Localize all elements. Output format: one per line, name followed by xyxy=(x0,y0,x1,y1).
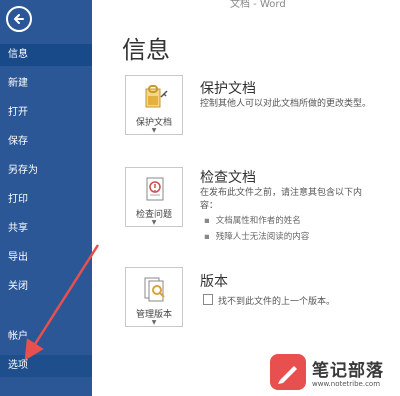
versions-description: 找不到此文件的上一个版本。 xyxy=(203,294,335,307)
inspect-title: 检查文档 xyxy=(200,170,256,186)
inspect-bullet: 文档属性和作者的姓名 xyxy=(204,215,301,228)
versions-description-text: 找不到此文件的上一个版本。 xyxy=(218,297,336,307)
page-title: 信息 xyxy=(122,36,170,64)
sidebar-item-account[interactable]: 帐户 xyxy=(0,326,92,348)
watermark-url: www.notetribe.com xyxy=(312,380,381,388)
protect-title: 保护文档 xyxy=(200,81,256,97)
sidebar-item-print[interactable]: 打印 xyxy=(0,189,92,211)
check-issues-button[interactable]: 检查问题 ▼ xyxy=(125,167,183,227)
pencil-logo-icon xyxy=(270,354,306,390)
sidebar-item-save-as[interactable]: 另存为 xyxy=(0,160,92,182)
back-arrow-icon[interactable] xyxy=(6,6,32,32)
inspect-bullet: 残障人士无法阅读的内容 xyxy=(204,231,310,244)
sidebar-item-new[interactable]: 新建 xyxy=(0,73,92,95)
sidebar-item-open[interactable]: 打开 xyxy=(0,102,92,124)
sidebar-item-close[interactable]: 关闭 xyxy=(0,276,92,298)
sidebar-item-options[interactable]: 选项 xyxy=(0,355,92,377)
chevron-down-icon: ▼ xyxy=(151,319,157,326)
protect-description: 控制其他人可以对此文档所做的更改类型。 xyxy=(200,99,372,109)
sidebar-item-save[interactable]: 保存 xyxy=(0,131,92,153)
chevron-down-icon: ▼ xyxy=(151,127,157,134)
protect-document-button[interactable]: 保护文档 ▼ xyxy=(125,75,183,135)
watermark-brand: 笔记部落 xyxy=(312,361,384,381)
window-title: 文档 - Word xyxy=(230,0,286,10)
document-icon xyxy=(203,294,213,305)
watermark: 笔记部落 www.notetribe.com xyxy=(270,354,398,394)
manage-versions-button[interactable]: 管理版本 ▼ xyxy=(125,267,183,327)
backstage-sidebar: 信息 新建 打开 保存 另存为 打印 共享 导出 关闭 帐户 选项 xyxy=(0,0,92,396)
sidebar-item-info[interactable]: 信息 xyxy=(0,44,92,66)
lock-key-icon xyxy=(140,83,170,113)
document-search-icon xyxy=(140,275,170,305)
versions-title: 版本 xyxy=(200,274,228,290)
inspect-description: 在发布此文件之前，请注意其包含以下内容： xyxy=(200,188,363,211)
chevron-down-icon: ▼ xyxy=(151,219,157,226)
document-check-icon xyxy=(140,175,170,205)
sidebar-item-share[interactable]: 共享 xyxy=(0,218,92,240)
sidebar-item-export[interactable]: 导出 xyxy=(0,247,92,269)
